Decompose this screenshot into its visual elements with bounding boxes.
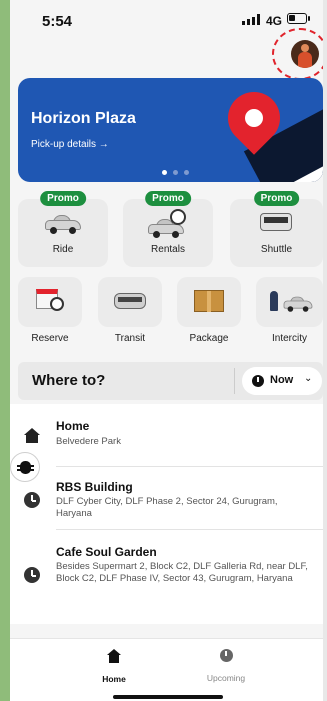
left-edge <box>0 0 10 701</box>
profile-avatar[interactable] <box>291 40 319 68</box>
train-icon <box>114 293 146 309</box>
place-cafe-soul-garden[interactable]: Cafe Soul Garden Besides Supermart 2, Bl… <box>10 529 323 614</box>
promo-banner[interactable]: Horizon Plaza Pick-up details → <box>18 78 323 182</box>
clock-icon <box>252 375 264 387</box>
intercity-car-icon <box>283 296 313 312</box>
place-title: Cafe Soul Garden <box>56 545 157 559</box>
battery-tip <box>308 16 310 21</box>
carousel-dot[interactable] <box>173 170 178 175</box>
where-to-bar[interactable]: Where to? Now ⌄ <box>18 362 323 400</box>
place-title: RBS Building <box>56 480 133 494</box>
service-reserve[interactable] <box>18 277 82 327</box>
where-to-label: Where to? <box>32 372 106 389</box>
car-icon <box>45 215 81 234</box>
service-ride[interactable]: Promo Ride <box>18 191 108 267</box>
nav-upcoming[interactable]: Upcoming <box>186 649 266 683</box>
network-label: 4G <box>266 14 283 28</box>
place-subtitle: Besides Supermart 2, Block C2, DLF Galle… <box>56 561 308 584</box>
now-time-selector[interactable]: Now ⌄ <box>242 367 322 395</box>
promo-badge: Promo <box>40 191 86 206</box>
pickup-details-link[interactable]: Pick-up details → <box>31 139 109 150</box>
nav-home[interactable]: Home <box>74 649 154 684</box>
banner-title: Horizon Plaza <box>31 110 136 127</box>
place-title: Home <box>56 419 90 433</box>
service-transit[interactable] <box>98 277 162 327</box>
home-indicator <box>113 695 223 699</box>
place-subtitle: Belvedere Park <box>56 436 121 447</box>
service-label: Ride <box>52 244 74 255</box>
debug-button[interactable] <box>10 452 40 482</box>
place-rbs-building[interactable]: RBS Building DLF Cyber City, DLF Phase 2… <box>10 466 323 529</box>
package-box-icon <box>194 290 224 312</box>
bus-icon <box>260 213 292 231</box>
status-time: 5:54 <box>42 13 73 30</box>
reserve-clock-icon <box>50 297 64 311</box>
signal-icon <box>242 14 262 25</box>
battery-icon <box>287 13 307 24</box>
service-package-label: Package <box>189 333 229 344</box>
carousel-dot-active[interactable] <box>162 170 167 175</box>
home-icon <box>24 428 40 444</box>
recent-clock-icon <box>24 567 40 583</box>
service-intercity[interactable] <box>256 277 323 327</box>
place-subtitle: DLF Cyber City, DLF Phase 2, Sector 24, … <box>56 496 278 519</box>
where-to-divider <box>234 368 235 394</box>
home-icon <box>107 649 121 663</box>
nav-home-label: Home <box>102 674 126 684</box>
carousel-dots <box>162 170 189 175</box>
service-shuttle[interactable]: Promo Shuttle <box>230 191 323 267</box>
service-reserve-label: Reserve <box>31 333 69 344</box>
clock-icon <box>219 649 233 662</box>
carousel-dot[interactable] <box>184 170 189 175</box>
service-transit-label: Transit <box>114 333 146 344</box>
place-home[interactable]: Home Belvedere Park <box>10 404 323 466</box>
bug-icon <box>17 461 34 474</box>
right-edge <box>323 0 327 701</box>
now-label: Now <box>270 374 294 386</box>
nav-upcoming-label: Upcoming <box>206 673 246 683</box>
chevron-down-icon: ⌄ <box>304 373 313 384</box>
bottom-navigation: Home Upcoming <box>10 638 323 701</box>
rental-clock-icon <box>170 209 186 225</box>
service-label: Rentals <box>151 244 185 255</box>
service-label: Shuttle <box>260 244 293 255</box>
recent-clock-icon <box>24 492 40 508</box>
promo-badge: Promo <box>145 191 191 206</box>
service-intercity-label: Intercity <box>271 333 307 344</box>
promo-badge: Promo <box>253 191 300 206</box>
saved-places-list: Home Belvedere Park RBS Building DLF Cyb… <box>10 404 323 624</box>
status-bar: 5:54 4G <box>10 0 323 44</box>
traveler-icon <box>270 291 278 311</box>
service-package[interactable] <box>177 277 241 327</box>
app-screen: 5:54 4G Horizon Plaza Pick-up details → … <box>10 0 323 701</box>
service-rentals[interactable]: Promo Rentals <box>123 191 213 267</box>
